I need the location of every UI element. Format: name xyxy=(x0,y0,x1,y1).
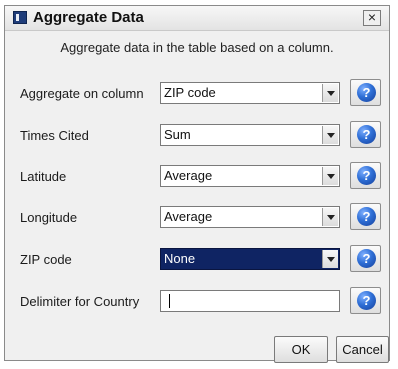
aggregate-on-column-select[interactable]: ZIP code xyxy=(160,82,340,104)
times-cited-label: Times Cited xyxy=(20,128,89,143)
close-icon: × xyxy=(367,9,377,25)
chevron-down-icon[interactable] xyxy=(322,84,338,102)
question-mark-icon: ? xyxy=(357,83,376,102)
longitude-help-button[interactable]: ? xyxy=(350,203,381,230)
text-caret xyxy=(169,294,170,308)
zip-code-help-button[interactable]: ? xyxy=(350,245,381,272)
window-title: Aggregate Data xyxy=(33,9,144,26)
close-button[interactable]: × xyxy=(363,10,381,26)
cancel-button[interactable]: Cancel xyxy=(336,336,389,363)
chevron-down-icon[interactable] xyxy=(322,250,338,268)
chevron-down-icon[interactable] xyxy=(322,208,338,226)
app-icon xyxy=(13,11,27,24)
times-cited-help-button[interactable]: ? xyxy=(350,121,381,148)
times-cited-select[interactable]: Sum xyxy=(160,124,340,146)
latitude-help-button[interactable]: ? xyxy=(350,162,381,189)
question-mark-icon: ? xyxy=(357,249,376,268)
title-bar: Aggregate Data × xyxy=(5,6,389,31)
longitude-label: Longitude xyxy=(20,210,78,225)
dialog-description: Aggregate data in the table based on a c… xyxy=(60,40,334,55)
latitude-select[interactable]: Average xyxy=(160,165,340,187)
aggregate-on-column-label: Aggregate on column xyxy=(20,86,144,101)
chevron-down-icon[interactable] xyxy=(322,126,338,144)
zip-code-value: None xyxy=(164,251,196,266)
ok-button[interactable]: OK xyxy=(274,336,328,363)
latitude-label: Latitude xyxy=(20,169,67,184)
delimiter-for-country-label: Delimiter for Country xyxy=(20,294,140,309)
aggregate-on-column-value: ZIP code xyxy=(164,85,216,100)
aggregate-on-column-help-button[interactable]: ? xyxy=(350,79,381,106)
question-mark-icon: ? xyxy=(357,207,376,226)
delimiter-for-country-input[interactable] xyxy=(160,290,340,312)
question-mark-icon: ? xyxy=(357,125,376,144)
question-mark-icon: ? xyxy=(357,166,376,185)
zip-code-select[interactable]: None xyxy=(160,248,340,270)
zip-code-label: ZIP code xyxy=(20,252,72,267)
longitude-value: Average xyxy=(164,209,213,224)
longitude-select[interactable]: Average xyxy=(160,206,340,228)
delimiter-for-country-help-button[interactable]: ? xyxy=(350,287,381,314)
aggregate-data-dialog: Aggregate Data × Aggregate data in the t… xyxy=(4,5,390,363)
chevron-down-icon[interactable] xyxy=(322,167,338,185)
question-mark-icon: ? xyxy=(357,291,376,310)
times-cited-value: Sum xyxy=(164,127,191,142)
latitude-value: Average xyxy=(164,168,213,183)
